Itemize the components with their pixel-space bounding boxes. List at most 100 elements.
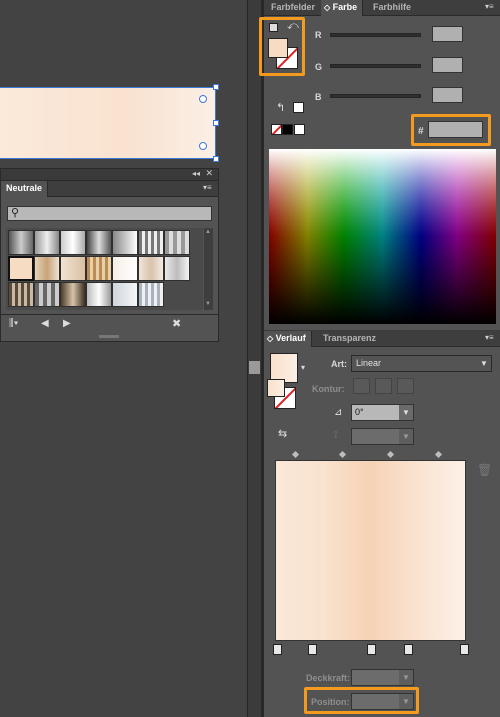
midpoint-diamond[interactable] [434, 450, 443, 459]
library-scrollbar[interactable]: ▲ ▼ [204, 228, 213, 310]
midpoint-diamond[interactable] [386, 450, 395, 459]
swatch-selected[interactable] [8, 256, 34, 281]
corner-widget-icon[interactable] [199, 142, 207, 150]
swatch[interactable] [86, 282, 112, 307]
swatch[interactable] [34, 230, 60, 255]
channel-b-label: B [315, 92, 322, 102]
swatch[interactable] [60, 256, 86, 281]
aspect-ratio-input[interactable]: ▼ [351, 428, 414, 445]
tab-farbfelder[interactable]: Farbfelder [266, 0, 320, 16]
aspect-ratio-icon: ⟟ [334, 430, 338, 441]
white-color-button[interactable] [294, 124, 305, 135]
selection-handle[interactable] [213, 84, 219, 90]
swatch[interactable] [86, 256, 112, 281]
close-icon[interactable]: ✕ [205, 168, 213, 179]
panel-menu-icon[interactable]: ▾≡ [203, 184, 215, 192]
gradient-type-select[interactable]: Linear ▼ [351, 355, 492, 372]
out-of-gamut-icon[interactable]: ↰ [276, 101, 285, 114]
swatch[interactable] [164, 256, 190, 281]
stroke-gradient-along-button[interactable] [375, 378, 392, 394]
selection-handle[interactable] [213, 156, 219, 162]
slider-b[interactable] [330, 94, 421, 98]
expand-icon: ◇ [267, 334, 274, 343]
gradient-stop[interactable] [308, 644, 317, 655]
channel-g-label: G [315, 62, 323, 72]
position-label: Position: [311, 697, 350, 707]
selection-handle[interactable] [213, 120, 219, 126]
next-library-icon[interactable]: ▶ [63, 318, 71, 329]
midpoint-diamond[interactable] [291, 450, 300, 459]
angle-input[interactable]: 0° ▼ [351, 404, 414, 421]
value-g[interactable] [432, 57, 463, 73]
slider-r[interactable] [330, 33, 421, 37]
color-spectrum[interactable] [269, 149, 496, 324]
stroke-gradient-within-button[interactable] [353, 378, 370, 394]
tab-neutrale[interactable]: Neutrale [1, 181, 49, 197]
swatch[interactable] [8, 230, 34, 255]
collapse-icon[interactable]: ◂◂ [192, 169, 200, 178]
tab-verlauf[interactable]: ◇ Verlauf [264, 331, 312, 347]
dock-collapse-handle[interactable] [249, 361, 260, 374]
swatch[interactable] [138, 256, 164, 281]
value-r[interactable] [432, 26, 463, 42]
resize-grip[interactable] [99, 335, 119, 338]
gradient-stop[interactable] [460, 644, 469, 655]
library-tabbar: Neutrale ▾≡ [1, 181, 218, 197]
tab-farbhilfe[interactable]: Farbhilfe [368, 0, 416, 16]
corner-widget-icon[interactable] [199, 95, 207, 103]
panel-menu-icon[interactable]: ▾≡ [485, 3, 497, 11]
value-b[interactable] [432, 87, 463, 103]
gradient-tabbar: ◇ Verlauf Transparenz ▾≡ [264, 331, 500, 347]
fill-swatch[interactable] [267, 379, 285, 397]
library-menu-icon[interactable]: ⫼▾ [9, 318, 18, 329]
swatch[interactable] [8, 282, 34, 307]
swatch[interactable] [138, 282, 164, 307]
gradient-stop[interactable] [367, 644, 376, 655]
gradient-type-value: Linear [356, 358, 382, 368]
color-panel: Farbfelder ◇ Farbe Farbhilfe ▾≡ ⤺ R G B … [259, 0, 500, 330]
divider [1, 314, 218, 315]
none-color-button[interactable] [271, 124, 282, 135]
reverse-gradient-icon[interactable]: ⇆ [278, 427, 287, 440]
panel-menu-icon[interactable]: ▾≡ [485, 334, 497, 342]
midpoint-diamond[interactable] [338, 450, 347, 459]
gradient-stop[interactable] [404, 644, 413, 655]
tab-transparenz[interactable]: Transparenz [318, 331, 381, 347]
swatch-library-panel: ◂◂ ✕ Neutrale ▾≡ ⚲ ▲ ▼ ⫼▾ ◀ ▶ ✖ [0, 168, 219, 342]
scroll-up-icon[interactable]: ▲ [205, 229, 211, 235]
gradient-ramp[interactable] [275, 460, 466, 641]
web-safe-color-swatch[interactable] [293, 102, 304, 113]
selected-gradient-rectangle[interactable] [0, 87, 216, 159]
swatch[interactable] [34, 282, 60, 307]
fill-swatch[interactable] [268, 38, 288, 58]
swap-colors-icon[interactable]: ⤺ [287, 20, 299, 33]
black-color-button[interactable] [282, 124, 293, 135]
stroke-gradient-across-button[interactable] [397, 378, 414, 394]
previous-library-icon[interactable]: ◀ [41, 318, 49, 329]
position-input[interactable]: ▼ [351, 693, 414, 710]
gradient-stop[interactable] [273, 644, 282, 655]
chevron-down-icon[interactable]: ▾ [301, 363, 305, 372]
default-colors-icon[interactable] [269, 23, 278, 32]
opacity-input[interactable]: ▼ [351, 669, 414, 686]
swatch[interactable] [60, 282, 86, 307]
slider-g[interactable] [330, 64, 421, 68]
swatch[interactable] [86, 230, 112, 255]
swatch[interactable] [112, 282, 138, 307]
swatch[interactable] [112, 256, 138, 281]
color-tabbar: Farbfelder ◇ Farbe Farbhilfe ▾≡ [264, 0, 500, 16]
search-icon: ⚲ [11, 207, 20, 219]
scroll-down-icon[interactable]: ▼ [205, 301, 211, 307]
swatch[interactable] [60, 230, 86, 255]
swatch[interactable] [112, 230, 138, 255]
tools-icon[interactable]: ✖ [172, 317, 181, 330]
search-field[interactable]: ⚲ [7, 206, 212, 221]
swatch[interactable] [138, 230, 164, 255]
trash-icon[interactable]: 🗑 [477, 463, 492, 477]
hex-input[interactable] [428, 121, 483, 138]
swatch[interactable] [34, 256, 60, 281]
tab-farbe[interactable]: ◇ Farbe [321, 0, 364, 16]
swatch[interactable] [164, 230, 190, 255]
chevron-down-icon: ▼ [399, 670, 413, 685]
panel-strip: ◂◂ ✕ [1, 168, 218, 181]
